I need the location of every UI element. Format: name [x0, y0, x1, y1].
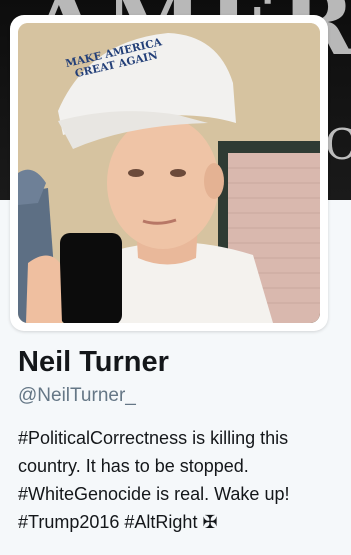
profile-name[interactable]: Neil Turner [18, 346, 169, 379]
bio-line-1: #PoliticalCorrectness is killing this [18, 424, 348, 452]
bio-line-2: country. It has to be stopped. [18, 456, 249, 476]
bio-text: is real. Wake up! [151, 484, 290, 504]
banner-side-letter: C [324, 120, 351, 169]
hashtag-whitegenocide[interactable]: #WhiteGenocide [18, 484, 151, 504]
bio-text: is killing this [187, 428, 289, 448]
hashtag-altright[interactable]: #AltRight [124, 512, 197, 532]
bio-line-4: #Trump2016 #AltRight ✠ [18, 508, 348, 536]
avatar-frame[interactable]: MAKE AMERICA GREAT AGAIN [10, 15, 328, 331]
avatar[interactable]: MAKE AMERICA GREAT AGAIN [18, 23, 320, 323]
bio-line-3: #WhiteGenocide is real. Wake up! [18, 480, 348, 508]
hashtag-politicalcorrectness[interactable]: #PoliticalCorrectness [18, 428, 187, 448]
profile-bio: #PoliticalCorrectness is killing this co… [18, 424, 348, 536]
hashtag-trump2016[interactable]: #Trump2016 [18, 512, 119, 532]
cross-symbol-icon: ✠ [202, 512, 218, 532]
profile-handle[interactable]: @NeilTurner_ [18, 385, 136, 407]
